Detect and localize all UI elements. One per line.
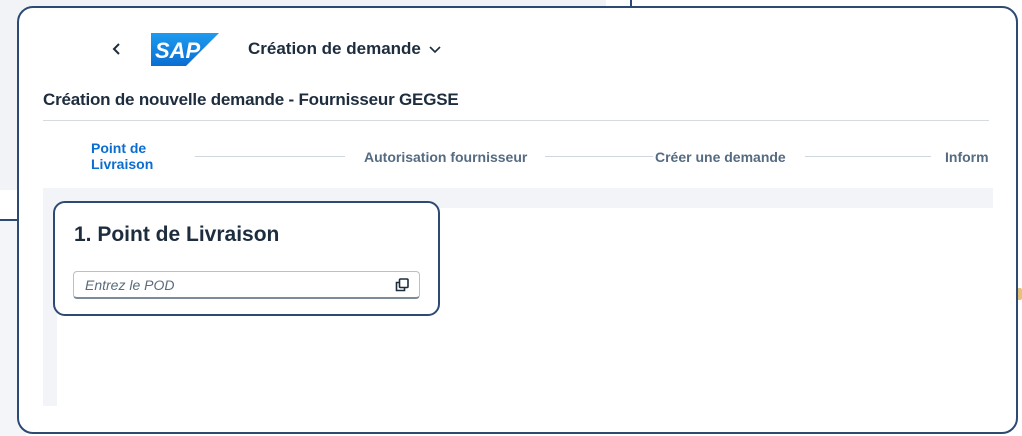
- header-divider: [43, 120, 989, 121]
- value-help-button[interactable]: [393, 276, 411, 294]
- app-title-menu[interactable]: Création de demande: [248, 39, 441, 59]
- wizard-step-point-de-livraison[interactable]: Point de Livraison: [91, 140, 153, 172]
- step-point-de-livraison-section: 1. Point de Livraison: [53, 201, 440, 316]
- chevron-down-icon: [429, 46, 441, 54]
- section-heading: 1. Point de Livraison: [74, 223, 280, 246]
- wizard-step-information[interactable]: Inform: [945, 149, 989, 165]
- shell-bar: SAP Création de demande: [19, 8, 1016, 88]
- value-help-icon: [395, 278, 409, 292]
- wizard-step-label-line1: Point de: [91, 140, 147, 156]
- wizard-connector: [195, 156, 345, 157]
- pod-field: [73, 271, 420, 299]
- wizard-step-label: Inform: [945, 149, 989, 165]
- back-button[interactable]: [107, 38, 127, 60]
- wizard-connector: [805, 156, 931, 157]
- sap-logo[interactable]: SAP: [151, 33, 219, 66]
- sap-logo-text: SAP: [155, 38, 201, 63]
- wizard-step-autorisation-fournisseur[interactable]: Autorisation fournisseur: [364, 149, 527, 165]
- chevron-left-icon: [112, 43, 120, 55]
- wizard-step-label-line2: Livraison: [91, 156, 154, 172]
- wizard-connector: [545, 156, 653, 157]
- wizard-step-label: Créer une demande: [655, 149, 786, 165]
- wizard-step-creer-une-demande[interactable]: Créer une demande: [655, 149, 786, 165]
- app-title: Création de demande: [248, 39, 421, 58]
- wizard-step-label: Autorisation fournisseur: [364, 149, 528, 165]
- pod-input[interactable]: [74, 272, 384, 297]
- page-title: Création de nouvelle demande - Fournisse…: [43, 90, 459, 109]
- app-frame: SAP Création de demande Création de nouv…: [17, 6, 1018, 434]
- wizard-progress-bar: Point de Livraison Autorisation fourniss…: [43, 122, 993, 188]
